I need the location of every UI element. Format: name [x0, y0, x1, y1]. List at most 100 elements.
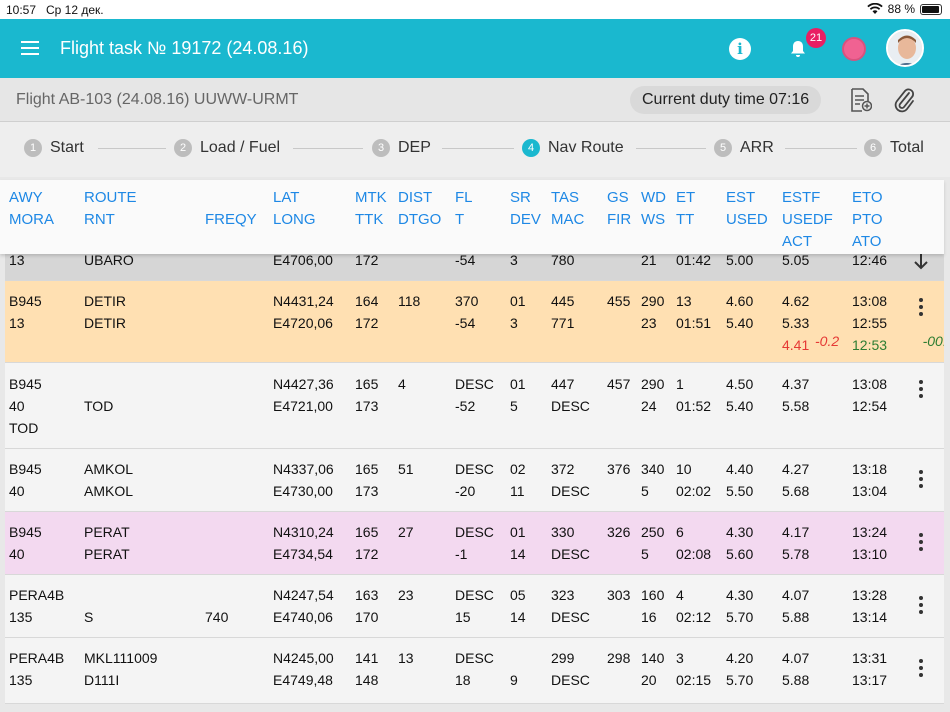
arrow-down-icon[interactable] — [913, 252, 929, 270]
cell-fl: 370 — [455, 293, 479, 309]
cell-rnt: DETIR — [84, 315, 126, 331]
header-gs[interactable]: GS — [607, 187, 629, 209]
header-et[interactable]: ET — [676, 187, 695, 209]
cell-est: 4.40 — [726, 461, 754, 477]
cell-mtk: 164 — [355, 293, 379, 309]
table-row[interactable]: PERA4B MKL111009 N4245,00 141 13 DESC 29… — [5, 638, 944, 704]
cell-tas: 372 — [551, 461, 575, 477]
table-row[interactable]: B945 PERAT N4310,24 165 27 DESC 01 330 3… — [5, 512, 944, 575]
header-eto[interactable]: ETO — [852, 187, 883, 209]
header-fir[interactable]: FIR — [607, 209, 631, 231]
cell-used: 5.40 — [726, 315, 754, 331]
cell-long: E4734,54 — [273, 546, 333, 562]
header-act[interactable]: ACT — [782, 231, 812, 253]
header-estf[interactable]: ESTF — [782, 187, 820, 209]
header-pto[interactable]: PTO — [852, 209, 883, 231]
cell-gs: 303 — [607, 587, 631, 603]
header-dev[interactable]: DEV — [510, 209, 541, 231]
step-total[interactable]: 6 Total — [864, 139, 924, 157]
cell-fl: DESC — [455, 376, 494, 392]
cell-long: E4749,48 — [273, 672, 333, 688]
notification-badge: 21 — [806, 28, 826, 48]
header-lat[interactable]: LAT — [273, 187, 299, 209]
more-options-icon[interactable] — [919, 596, 923, 614]
cell-gs: 326 — [607, 524, 631, 540]
header-sr[interactable]: SR — [510, 187, 531, 209]
cell-et: 4 — [676, 587, 684, 603]
attachment-icon[interactable] — [893, 87, 915, 113]
table-row[interactable]: B945 DETIR N4431,24 164 118 370 01 445 4… — [5, 281, 944, 363]
header-long[interactable]: LONG — [273, 209, 316, 231]
cell-gs: 298 — [607, 650, 631, 666]
header-dtgo[interactable]: DTGO — [398, 209, 441, 231]
step-dep[interactable]: 3 DEP — [372, 139, 431, 157]
cell-usedf: 5.58 — [782, 398, 810, 414]
cell-wd: 160 — [641, 587, 665, 603]
more-options-icon[interactable] — [919, 298, 923, 316]
cell-awy: B945 — [9, 293, 42, 309]
cell-usedf: 5.33 — [782, 315, 810, 331]
step-connector — [785, 148, 857, 149]
cell-ato: 12:53 — [852, 337, 888, 353]
cell-dist: 4 — [398, 376, 406, 392]
cell-used: 5.50 — [726, 483, 754, 499]
cell-lat: N4337,06 — [273, 461, 334, 477]
cell-route: AMKOL — [84, 461, 134, 477]
header-ato[interactable]: ATO — [852, 231, 881, 253]
header-tas[interactable]: TAS — [551, 187, 579, 209]
wifi-icon — [866, 3, 883, 14]
cell-t: 18 — [455, 672, 471, 688]
header-route[interactable]: ROUTE — [84, 187, 137, 209]
menu-icon[interactable] — [21, 41, 39, 55]
table-row[interactable]: B945 N4427,36 165 4 DESC 01 447 457 290 … — [5, 363, 944, 449]
more-options-icon[interactable] — [919, 659, 923, 677]
step-load-fuel[interactable]: 2 Load / Fuel — [174, 139, 280, 157]
header-est[interactable]: EST — [726, 187, 755, 209]
header-mora[interactable]: MORA — [9, 209, 54, 231]
step-nav-route[interactable]: 4 Nav Route — [522, 139, 624, 157]
more-options-icon[interactable] — [919, 380, 923, 398]
header-rnt[interactable]: RNT — [84, 209, 115, 231]
document-add-icon[interactable] — [850, 88, 872, 112]
step-connector — [442, 148, 514, 149]
table-row[interactable]: PERA4B N4247,54 163 23 DESC 05 323 303 1… — [5, 575, 944, 638]
header-mtk[interactable]: MTK — [355, 187, 387, 209]
cell-awy: B945 — [9, 376, 42, 392]
header-tt[interactable]: TT — [676, 209, 694, 231]
header-freq[interactable]: FREQY — [205, 209, 257, 231]
cell-fl: DESC — [455, 524, 494, 540]
header-ttk[interactable]: TTK — [355, 209, 383, 231]
header-usedf[interactable]: USEDF — [782, 209, 833, 231]
status-indicator[interactable] — [842, 37, 866, 61]
more-options-icon[interactable] — [919, 533, 923, 551]
table-row[interactable]: B945 AMKOL N4337,06 165 51 DESC 02 372 3… — [5, 449, 944, 512]
cell-mora: 13 — [9, 315, 25, 331]
cell-pto: 12:55 — [852, 315, 888, 331]
step-arr[interactable]: 5 ARR — [714, 139, 774, 157]
cell-est: 4.60 — [726, 293, 754, 309]
cell-sr: 02 — [510, 461, 526, 477]
more-options-icon[interactable] — [919, 470, 923, 488]
cell-est: 4.30 — [726, 524, 754, 540]
step-start[interactable]: 1 Start — [24, 139, 84, 157]
header-used[interactable]: USED — [726, 209, 768, 231]
header-awy[interactable]: AWY — [9, 187, 43, 209]
bell-icon[interactable] — [788, 39, 808, 59]
nav-route-table[interactable]: 13 UBARO E4706,00 172 -54 3 780 21 01:42… — [5, 180, 944, 712]
header-fl[interactable]: FL — [455, 187, 473, 209]
cell-eto: 13:28 — [852, 587, 888, 603]
header-ws[interactable]: WS — [641, 209, 665, 231]
header-wd[interactable]: WD — [641, 187, 666, 209]
avatar[interactable] — [886, 29, 924, 67]
cell-rnt: TOD — [84, 398, 114, 414]
cell-mac: DESC — [551, 609, 590, 625]
header-mac[interactable]: MAC — [551, 209, 584, 231]
header-dist[interactable]: DIST — [398, 187, 432, 209]
cell-mac: DESC — [551, 483, 590, 499]
step-label: Load / Fuel — [200, 139, 281, 156]
cell-act-diff: -0.2 — [815, 333, 840, 349]
header-t[interactable]: T — [455, 209, 464, 231]
step-label: DEP — [398, 139, 431, 156]
cell-sr: 01 — [510, 376, 526, 392]
info-icon[interactable]: i — [729, 38, 751, 60]
